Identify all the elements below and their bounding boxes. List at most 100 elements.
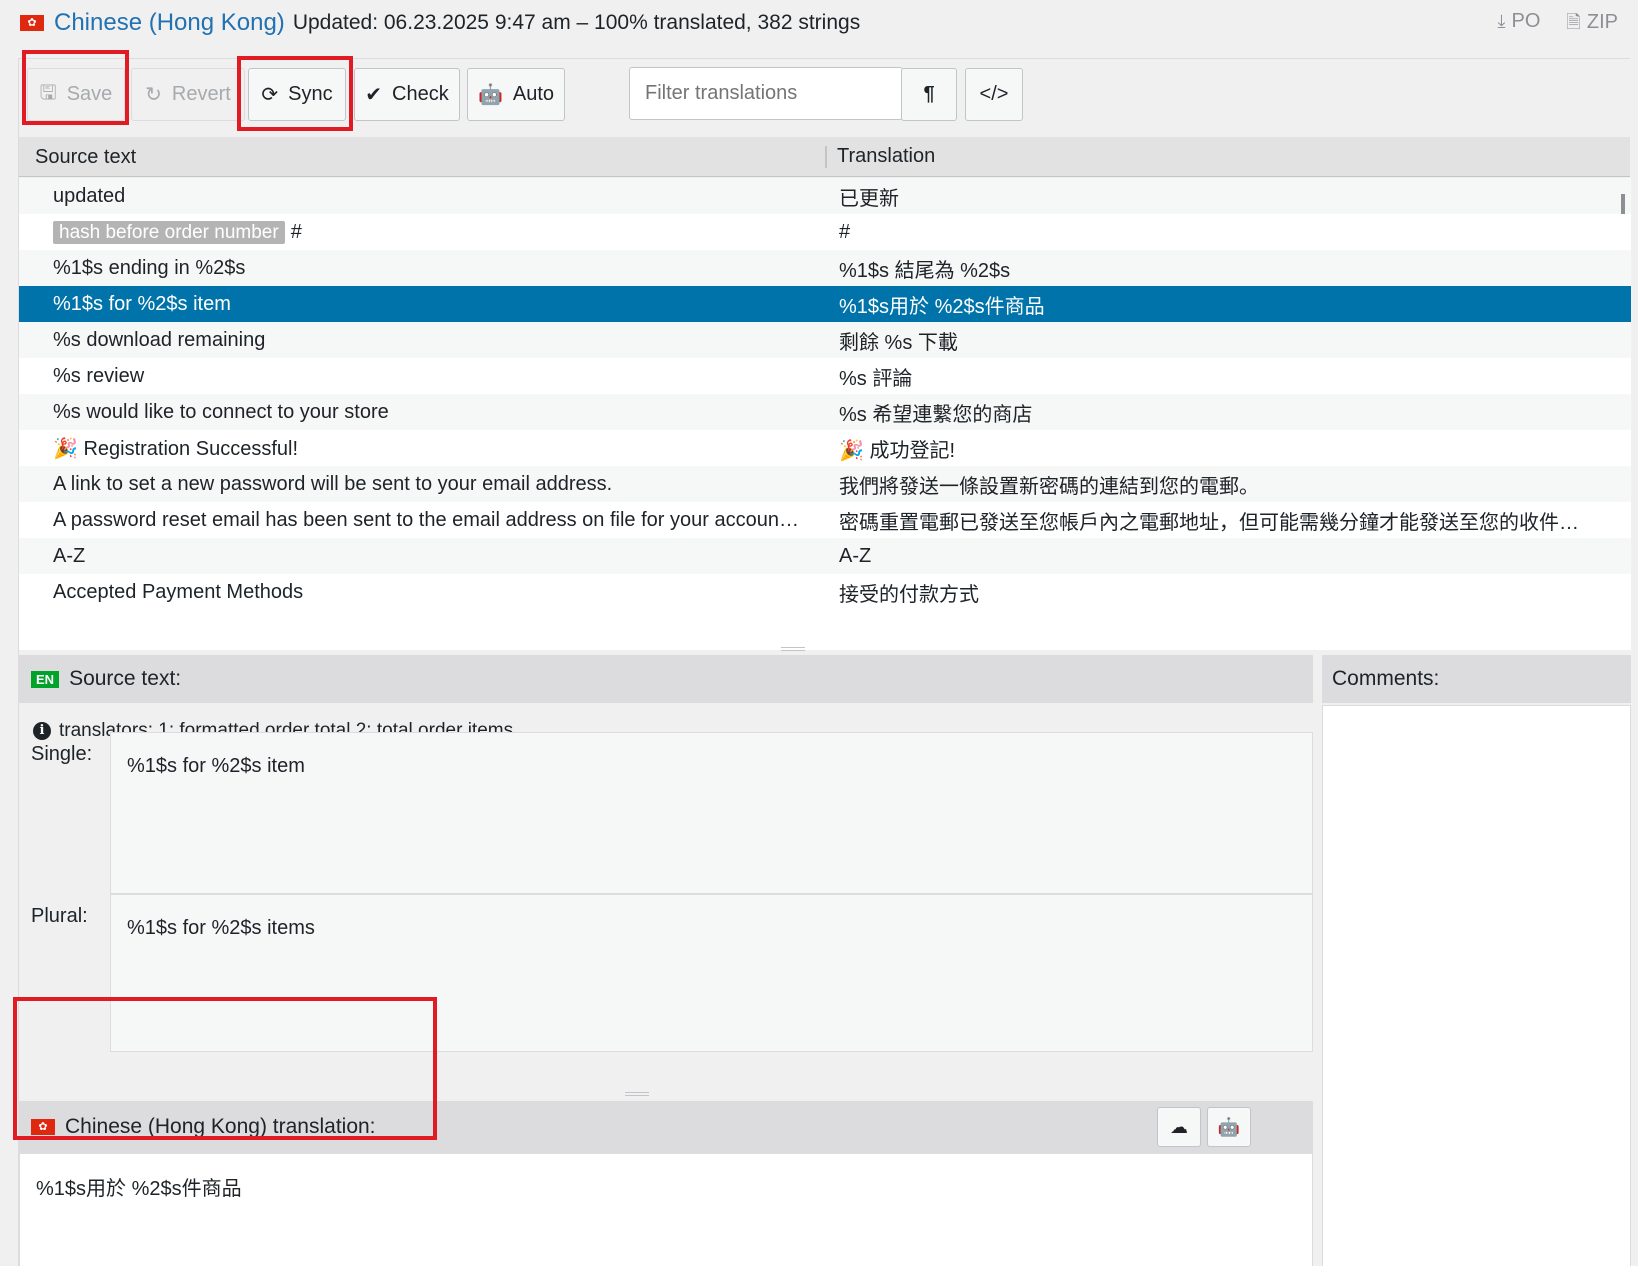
- download-zip-link[interactable]: 🗎 ZIP: [1566, 10, 1618, 40]
- column-header-translation[interactable]: Translation: [827, 145, 935, 168]
- auto-translate-button[interactable]: 🤖 Auto: [467, 68, 565, 121]
- source-text: %s review: [53, 364, 145, 387]
- table-row[interactable]: hash before order number # #: [19, 214, 1631, 250]
- translation-cell: %s 評論: [839, 367, 913, 390]
- source-pane-header: EN Source text:: [19, 655, 1313, 703]
- source-cell: A-Z: [19, 545, 827, 568]
- single-source-text: %1$s for %2$s item: [110, 732, 1313, 894]
- translation-cell: A-Z: [839, 544, 872, 567]
- translation-cell: %1$s 結尾為 %2$s: [839, 259, 1011, 282]
- table-row[interactable]: A-Z A-Z: [19, 538, 1631, 574]
- translation-status: Updated: 06.23.2025 9:47 am – 100% trans…: [292, 11, 861, 34]
- table-row[interactable]: A password reset email has been sent to …: [19, 502, 1631, 538]
- pilcrow-icon: ¶: [923, 83, 935, 105]
- english-badge: EN: [31, 670, 60, 688]
- info-icon: i: [33, 721, 51, 740]
- plural-source-text: %1$s for %2$s items: [110, 894, 1313, 1052]
- editor-frame: 🖫 Save ↻ Revert ⟳ Sync ✔ Check 🤖 Auto ¶ …: [18, 58, 1631, 1266]
- download-icon: ⤓: [1497, 11, 1506, 31]
- list-resize-handle[interactable]: [781, 647, 805, 651]
- single-label: Single:: [31, 743, 93, 765]
- translation-cell: 剩餘 %s 下載: [839, 331, 958, 354]
- source-cell: Accepted Payment Methods: [19, 581, 827, 604]
- translation-pane-title: Chinese (Hong Kong) translation:: [65, 1115, 376, 1138]
- auto-translate-string-button[interactable]: 🤖: [1207, 1107, 1251, 1147]
- source-text: %s would like to connect to your store: [53, 400, 389, 423]
- cloud-icon: ☁: [1170, 1116, 1188, 1137]
- table-row[interactable]: %1$s ending in %2$s %1$s 結尾為 %2$s: [19, 250, 1631, 286]
- context-badge: hash before order number: [53, 220, 285, 244]
- download-links: ⤓ PO 🗎 ZIP: [1498, 10, 1618, 40]
- check-button[interactable]: ✔ Check: [354, 68, 460, 121]
- robot-icon: 🤖: [1217, 1116, 1241, 1137]
- table-row[interactable]: %s would like to connect to your store %s…: [19, 394, 1631, 430]
- revert-icon: ↻: [145, 84, 162, 106]
- editor-header: Chinese (Hong Kong) Updated: 06.23.2025 …: [20, 6, 1618, 40]
- hong-kong-flag-icon: [20, 15, 44, 31]
- translation-cell: %1$s用於 %2$s件商品: [839, 295, 1045, 318]
- strings-list[interactable]: updated 已更新 hash before order number # # %1$s…: [19, 178, 1631, 650]
- sync-icon: ⟳: [261, 84, 279, 106]
- table-row[interactable]: %1$s for %2$s item %1$s用於 %2$s件商品: [19, 286, 1631, 322]
- table-row[interactable]: 🎉 Registration Successful! 🎉 成功登記!: [19, 430, 1631, 466]
- source-cell: %s review: [19, 365, 827, 388]
- source-cell: %s would like to connect to your store: [19, 401, 827, 424]
- source-cell: A password reset email has been sent to …: [19, 509, 827, 532]
- toolbar: 🖫 Save ↻ Revert ⟳ Sync ✔ Check 🤖 Auto ¶ …: [19, 59, 1630, 137]
- cloud-suggest-button[interactable]: ☁: [1157, 1107, 1201, 1147]
- table-row[interactable]: %s review %s 評論: [19, 358, 1631, 394]
- sync-button[interactable]: ⟳ Sync: [248, 68, 346, 121]
- source-text: updated: [53, 184, 126, 207]
- source-cell: A link to set a new password will be sen…: [19, 473, 827, 496]
- source-pane-title: Source text:: [69, 667, 182, 690]
- plural-label: Plural:: [31, 905, 88, 927]
- revert-button[interactable]: ↻ Revert: [131, 68, 245, 121]
- translation-pane-header: Chinese (Hong Kong) translation: ☁ 🤖: [19, 1101, 1313, 1153]
- translation-cell: 我們將發送一條設置新密碼的連結到您的電郵。: [839, 475, 1259, 498]
- source-cell: %s download remaining: [19, 329, 827, 352]
- translation-cell: 密碼重置電郵已發送至您帳戶內之電郵地址，但可能需幾分鐘才能發送至您的收件…: [839, 511, 1579, 534]
- download-po-link[interactable]: ⤓ PO: [1498, 10, 1541, 40]
- translation-cell: #: [839, 220, 851, 243]
- source-cell: %1$s ending in %2$s: [19, 257, 827, 280]
- translation-cell: 已更新: [839, 187, 899, 210]
- source-cell: 🎉 Registration Successful!: [19, 436, 827, 461]
- table-row[interactable]: Accepted Payment Methods 接受的付款方式: [19, 574, 1631, 610]
- source-text: Accepted Payment Methods: [53, 580, 304, 603]
- source-cell: hash before order number #: [19, 220, 827, 244]
- code-view-button[interactable]: </>: [965, 68, 1023, 121]
- zip-file-icon: 🗎: [1566, 12, 1581, 32]
- save-button[interactable]: 🖫 Save: [27, 68, 125, 121]
- table-row[interactable]: updated 已更新: [19, 178, 1631, 214]
- translation-cell: 接受的付款方式: [839, 583, 979, 606]
- source-text: %1$s ending in %2$s: [53, 256, 246, 279]
- source-text: A-Z: [53, 544, 86, 567]
- translation-cell: 🎉 成功登記!: [839, 439, 956, 462]
- source-text: #: [290, 220, 302, 243]
- robot-icon: 🤖: [477, 84, 503, 106]
- column-header-source[interactable]: Source text: [19, 145, 827, 168]
- pane-resize-handle[interactable]: [625, 1092, 649, 1096]
- translation-textarea[interactable]: %1$s用於 %2$s件商品: [19, 1153, 1313, 1266]
- show-invisibles-button[interactable]: ¶: [901, 68, 957, 121]
- comments-area[interactable]: [1322, 705, 1631, 1266]
- translation-cell: %s 希望連繫您的商店: [839, 403, 1033, 426]
- floppy-disk-icon: 🖫: [39, 81, 57, 104]
- table-row[interactable]: %s download remaining 剩餘 %s 下載: [19, 322, 1631, 358]
- source-cell: %1$s for %2$s item: [19, 293, 827, 316]
- table-row[interactable]: A link to set a new password will be sen…: [19, 466, 1631, 502]
- source-text: %s download remaining: [53, 328, 266, 351]
- source-text: 🎉 Registration Successful!: [53, 437, 298, 460]
- filter-translations-input[interactable]: [629, 67, 903, 120]
- source-text: A link to set a new password will be sen…: [53, 472, 613, 495]
- list-header: Source text Translation: [19, 137, 1630, 177]
- checkmark-icon: ✔: [365, 84, 383, 106]
- source-text: A password reset email has been sent to …: [53, 508, 799, 531]
- hong-kong-flag-icon: [31, 1119, 55, 1135]
- comments-header: Comments:: [1322, 655, 1631, 703]
- language-title[interactable]: Chinese (Hong Kong): [54, 9, 285, 37]
- source-text: %1$s for %2$s item: [53, 292, 231, 315]
- list-scrollbar[interactable]: [1621, 194, 1625, 214]
- source-cell: updated: [19, 185, 827, 208]
- code-icon: </>: [979, 83, 1009, 105]
